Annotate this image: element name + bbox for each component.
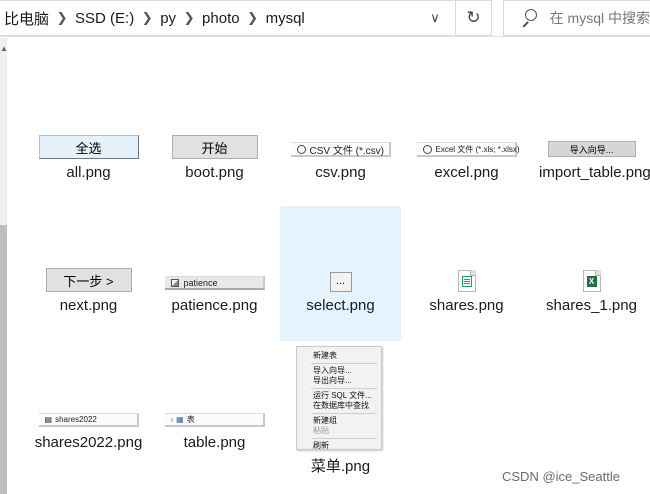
- file-item-shares[interactable]: shares.png: [406, 206, 527, 341]
- breadcrumb-ssd[interactable]: SSD (E:): [71, 10, 138, 27]
- scroll-up-arrow-icon[interactable]: ▲: [0, 44, 8, 53]
- file-thumbnail: patience: [154, 206, 275, 296]
- thumb-text: patience: [183, 277, 218, 288]
- chevron-down-icon[interactable]: ∨: [415, 1, 455, 35]
- radio-icon: [422, 144, 432, 154]
- address-bar[interactable]: 比电脑 ❯ SSD (E:) ❯ py ❯ photo ❯ mysql ∨: [0, 0, 456, 36]
- thumb-tab-shares2022: ▤ shares2022: [38, 413, 139, 427]
- address-bar-row: 比电脑 ❯ SSD (E:) ❯ py ❯ photo ❯ mysql ∨ ↻ …: [0, 0, 650, 37]
- refresh-icon[interactable]: ↻: [456, 0, 492, 36]
- file-item-next[interactable]: 下一步 > next.png: [28, 206, 149, 341]
- thumb-text: Excel 文件 (*.xls; *.xlsx): [435, 144, 520, 154]
- thumb-button-start: 开始: [171, 135, 258, 159]
- breadcrumb-py[interactable]: py: [156, 10, 180, 27]
- file-thumbnail: ...: [280, 206, 401, 296]
- chevron-right-icon[interactable]: ❯: [53, 10, 71, 26]
- thumb-radio-excel: Excel 文件 (*.xls; *.xlsx): [416, 142, 520, 157]
- file-name: patience.png: [171, 297, 258, 314]
- radio-icon: [296, 144, 306, 154]
- menu-item: 在数据库中查找: [313, 401, 369, 410]
- table-icon: ▦: [176, 415, 184, 424]
- menu-item: 导出向导...: [313, 376, 352, 385]
- table-icon: ▤: [44, 415, 53, 424]
- spreadsheet-icon: [457, 270, 476, 292]
- file-item-all[interactable]: 全选 all.png: [28, 73, 149, 208]
- file-name: csv.png: [315, 164, 366, 181]
- file-thumbnail: ▤ shares2022: [28, 343, 149, 433]
- thumb-button-next: 下一步 >: [45, 268, 132, 292]
- thumb-radio-csv: CSV 文件 (*.csv): [290, 142, 391, 157]
- chevron-right-icon: ›: [170, 415, 174, 424]
- file-name: select.png: [306, 297, 375, 314]
- file-item-csv[interactable]: CSV 文件 (*.csv) csv.png: [280, 73, 401, 208]
- file-thumbnail: 新建表 导入向导... 导出向导... 运行 SQL 文件... 在数据库中查找…: [280, 343, 401, 450]
- file-item-import-table[interactable]: 导入向导... import_table.png: [531, 73, 650, 208]
- menu-item: 刷新: [313, 441, 329, 450]
- file-name: boot.png: [185, 164, 244, 181]
- menu-item: 新建表: [313, 351, 337, 360]
- file-thumbnail: [406, 206, 527, 296]
- file-thumbnail: Excel 文件 (*.xls; *.xlsx): [406, 73, 527, 163]
- context-menu-thumbnail: 新建表 导入向导... 导出向导... 运行 SQL 文件... 在数据库中查找…: [296, 346, 382, 450]
- breadcrumb-this-pc[interactable]: 比电脑: [0, 8, 53, 29]
- file-thumbnail: 导入向导...: [531, 73, 650, 163]
- file-name: shares2022.png: [34, 434, 143, 451]
- file-thumbnail: › ▦ 表: [154, 343, 275, 433]
- menu-item: 新建组: [313, 416, 337, 425]
- thumb-text: 表: [186, 415, 195, 424]
- window-icon: [170, 278, 179, 287]
- file-name: table.png: [183, 434, 246, 451]
- file-item-boot[interactable]: 开始 boot.png: [154, 73, 275, 208]
- search-placeholder: 在 mysql 中搜索: [549, 10, 650, 26]
- file-thumbnail: 开始: [154, 73, 275, 163]
- file-thumbnail: X: [531, 206, 650, 296]
- file-thumbnail: CSV 文件 (*.csv): [280, 73, 401, 163]
- file-name: shares_1.png: [546, 297, 637, 314]
- file-name: 菜单.png: [310, 458, 371, 475]
- file-item-menu[interactable]: 新建表 导入向导... 导出向导... 运行 SQL 文件... 在数据库中查找…: [280, 343, 401, 478]
- chevron-right-icon[interactable]: ❯: [138, 10, 156, 26]
- thumb-patience-bar: patience: [164, 276, 265, 290]
- search-input[interactable]: 在 mysql 中搜索: [503, 0, 650, 36]
- thumb-ellipsis-button: ...: [329, 272, 352, 292]
- breadcrumb-mysql[interactable]: mysql: [262, 10, 309, 27]
- thumb-text: shares2022: [55, 415, 97, 424]
- thumb-button-select-all: 全选: [38, 135, 139, 159]
- chevron-right-icon[interactable]: ❯: [180, 10, 198, 26]
- file-name: import_table.png: [539, 164, 650, 181]
- watermark: CSDN @ice_Seattle: [502, 469, 620, 484]
- breadcrumb-photo[interactable]: photo: [198, 10, 244, 27]
- file-item-shares2022[interactable]: ▤ shares2022 shares2022.png: [28, 343, 149, 478]
- thumb-tree-table: › ▦ 表: [164, 413, 265, 427]
- thumb-text: CSV 文件 (*.csv): [309, 145, 384, 157]
- menu-item: 粘贴: [313, 426, 329, 435]
- thumb-button-import-wizard: 导入向导...: [547, 141, 636, 157]
- file-item-table[interactable]: › ▦ 表 table.png: [154, 343, 275, 478]
- file-item-shares-1[interactable]: X shares_1.png: [531, 206, 650, 341]
- breadcrumb: 比电脑 ❯ SSD (E:) ❯ py ❯ photo ❯ mysql: [0, 1, 415, 35]
- chevron-right-icon[interactable]: ❯: [244, 10, 262, 26]
- search-icon: [518, 7, 540, 29]
- file-name: all.png: [66, 164, 111, 181]
- excel-icon: X: [582, 270, 601, 292]
- file-item-excel[interactable]: Excel 文件 (*.xls; *.xlsx) excel.png: [406, 73, 527, 208]
- menu-item: 运行 SQL 文件...: [313, 391, 372, 400]
- file-name: excel.png: [434, 164, 499, 181]
- scrollbar-thumb[interactable]: [0, 225, 7, 494]
- file-thumbnail: 全选: [28, 73, 149, 163]
- menu-item: 导入向导...: [313, 366, 352, 375]
- file-item-patience[interactable]: patience patience.png: [154, 206, 275, 341]
- file-item-select[interactable]: ... select.png: [280, 206, 401, 341]
- file-thumbnail: 下一步 >: [28, 206, 149, 296]
- file-name: shares.png: [429, 297, 504, 314]
- file-name: next.png: [59, 297, 118, 314]
